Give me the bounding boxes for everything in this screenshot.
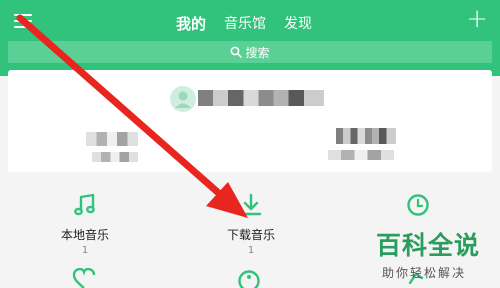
annotation-arrow [0, 0, 500, 284]
